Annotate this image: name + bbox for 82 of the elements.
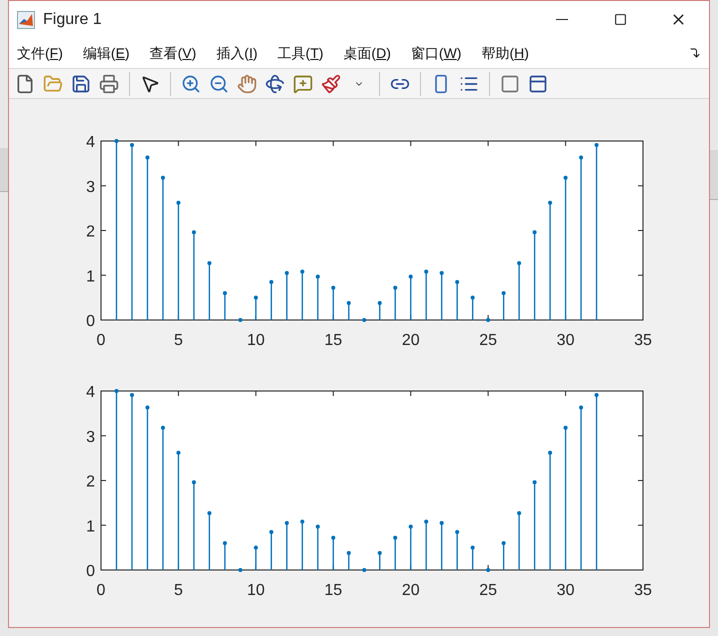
menu-item[interactable]: 窗口(W): [410, 42, 462, 64]
stem: [300, 270, 304, 320]
stem: [331, 286, 336, 320]
y-tick-label: 2: [86, 474, 95, 490]
stem: [254, 296, 258, 320]
stem: [316, 524, 320, 570]
stem: [316, 274, 320, 320]
menu-item[interactable]: 查看(V): [150, 42, 196, 64]
stem: [378, 301, 382, 320]
x-tick-label: 35: [634, 582, 652, 599]
stem: [455, 530, 460, 570]
stem: [222, 291, 227, 320]
stem: [408, 524, 413, 570]
x-tick-label: 35: [634, 332, 652, 347]
stem: [362, 568, 366, 572]
menu-item[interactable]: 桌面(D): [343, 42, 391, 64]
stem: [517, 261, 522, 320]
window-title: Figure 1: [43, 10, 102, 30]
stem: [362, 318, 366, 322]
stem: [238, 318, 242, 322]
stem: [486, 568, 490, 572]
menu-item[interactable]: 帮助(H): [481, 42, 529, 64]
y-tick-label: 1: [86, 268, 95, 286]
background-window-bar: [0, 148, 8, 192]
x-tick-label: 10: [246, 332, 265, 347]
x-tick-label: 30: [556, 582, 574, 599]
y-tick-label: 4: [86, 134, 95, 151]
x-tick-label: 15: [324, 582, 342, 599]
stem: [393, 286, 398, 320]
y-tick-label: 0: [86, 563, 95, 580]
stem: [254, 546, 258, 570]
stem: [440, 521, 444, 570]
x-tick-label: 5: [174, 582, 183, 599]
x-tick-label: 25: [479, 582, 498, 599]
x-tick-label: 20: [402, 332, 420, 347]
y-tick-label: 4: [86, 384, 95, 401]
y-tick-label: 0: [86, 313, 95, 330]
stem: [238, 568, 242, 572]
stem: [455, 280, 460, 320]
stem: [393, 536, 398, 570]
x-tick-label: 5: [174, 332, 183, 347]
stem: [486, 318, 490, 322]
maximize-icon: [614, 13, 626, 26]
stem: [331, 536, 336, 570]
stem: [284, 271, 289, 320]
background-window-bar: [710, 150, 718, 200]
x-tick-label: 10: [246, 582, 265, 599]
stem: [284, 521, 289, 570]
stem: [346, 301, 351, 320]
stem: [440, 271, 444, 320]
y-tick-label: 3: [86, 428, 95, 446]
menu-item[interactable]: 插入(I): [216, 42, 258, 64]
menu-item[interactable]: 工具(T): [278, 42, 324, 64]
stem: [424, 520, 428, 570]
stem: [517, 511, 522, 570]
stem: [424, 270, 428, 320]
stem: [470, 296, 475, 320]
x-tick-label: 0: [96, 582, 106, 599]
stem: [207, 511, 212, 570]
stem: [470, 546, 475, 570]
dock-arrow-icon[interactable]: [689, 47, 701, 59]
stem: [502, 291, 506, 320]
y-tick-label: 3: [86, 178, 95, 196]
stem: [408, 274, 413, 320]
stem: [269, 280, 274, 320]
stem: [378, 551, 382, 570]
x-tick-label: 0: [96, 332, 106, 347]
menu-item[interactable]: 文件(F): [17, 42, 63, 64]
stem: [300, 520, 304, 570]
stem: [207, 261, 212, 320]
y-tick-label: 1: [86, 518, 95, 536]
x-tick-label: 25: [479, 332, 498, 347]
y-tick-label: 2: [86, 224, 95, 240]
stem: [222, 541, 227, 570]
x-tick-label: 20: [402, 582, 420, 599]
stem: [346, 551, 351, 570]
stem: [269, 530, 274, 570]
x-tick-label: 30: [556, 332, 574, 347]
stem: [502, 541, 506, 570]
menu-item[interactable]: 编辑(E): [82, 42, 130, 64]
minimize-icon: [556, 19, 568, 20]
x-tick-label: 15: [324, 332, 342, 347]
